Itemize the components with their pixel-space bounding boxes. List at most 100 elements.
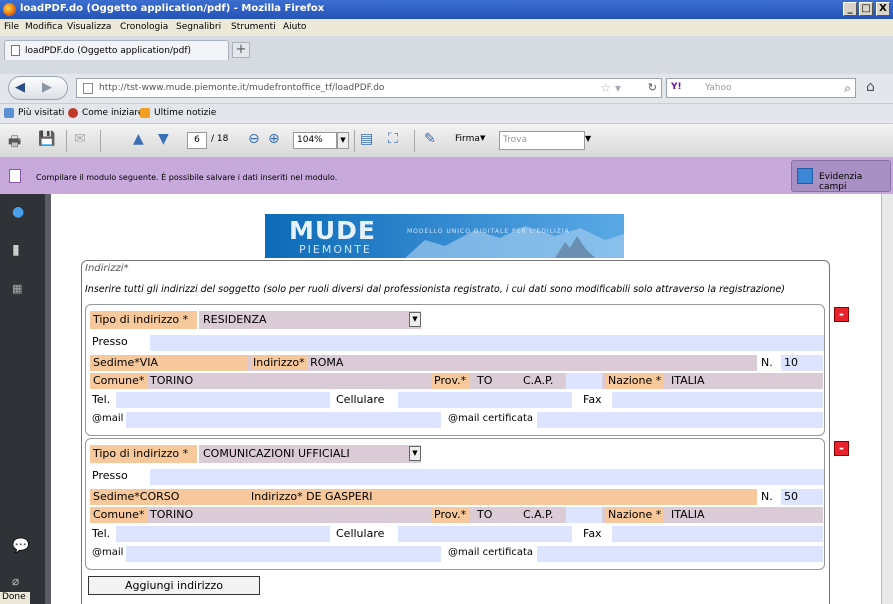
bookmarks-bar: Più visitati Come iniziare Ultime notizi… [0, 104, 893, 124]
tel-field[interactable] [116, 392, 330, 408]
back-arrow-icon[interactable]: ◀ [15, 80, 25, 95]
cap-field[interactable] [566, 373, 602, 389]
cellulare-field[interactable] [398, 526, 572, 542]
separator [414, 130, 415, 152]
form-icon [9, 169, 21, 183]
mude-logo: MUDE [289, 216, 377, 245]
comune-label: Comune* [90, 507, 148, 523]
bookmark-piu-visitati[interactable]: Più visitati [18, 108, 64, 118]
cellulare-field[interactable] [398, 392, 572, 408]
save-icon[interactable]: 💾 [38, 131, 55, 151]
prov-value[interactable]: TO [477, 374, 492, 387]
menu-cronologia[interactable]: Cronologia [120, 22, 168, 32]
pages-icon[interactable]: ▮ [12, 242, 20, 258]
vertical-scrollbar[interactable] [881, 194, 893, 604]
yahoo-icon[interactable]: Y! [671, 82, 682, 92]
tab-loadpdf[interactable]: loadPDF.do (Oggetto application/pdf) [4, 40, 229, 60]
page-number-input[interactable]: 6 [187, 132, 207, 149]
find-dropdown-icon[interactable]: ▼ [585, 134, 591, 143]
chevron-down-icon[interactable]: ▼ [409, 312, 421, 327]
menu-strumenti[interactable]: Strumenti [231, 22, 276, 32]
bookmark-come-iniziare[interactable]: Come iniziare [82, 108, 143, 118]
indirizzo-field[interactable]: Indirizzo* ROMA [247, 355, 757, 371]
indirizzo-field[interactable]: Indirizzo* DE GASPERI [247, 489, 757, 505]
mail-field[interactable] [126, 412, 441, 428]
zoom-out-icon[interactable]: ⊖ [248, 131, 260, 151]
bookmark-folder-icon [4, 108, 14, 118]
numero-label: N. [761, 356, 773, 369]
pen-icon[interactable]: ✎ [424, 131, 436, 151]
menu-bar: File Modifica Visualizza Cronologia Segn… [0, 19, 893, 36]
paperclip-icon[interactable]: ⌀ [12, 574, 19, 588]
highlight-fields-button[interactable]: Evidenzia campi [791, 160, 891, 192]
fax-field[interactable] [612, 392, 823, 408]
nazione-label: Nazione * [605, 507, 665, 523]
zoom-dropdown[interactable]: ▼ [337, 132, 349, 149]
sedime-row-label: Sedime*VIA [90, 355, 247, 371]
tipo-select[interactable]: RESIDENZA ▼ [199, 311, 421, 329]
close-button[interactable]: X [876, 2, 890, 16]
numero-label: N. [761, 490, 773, 503]
tel-field[interactable] [116, 526, 330, 542]
pec-field[interactable] [537, 546, 823, 562]
email-icon[interactable]: ✉ [74, 131, 86, 151]
chevron-down-icon[interactable]: ▼ [480, 134, 485, 142]
menu-file[interactable]: File [4, 22, 19, 32]
chevron-down-icon[interactable]: ▼ [409, 446, 421, 461]
comune-value[interactable]: TORINO [150, 374, 193, 387]
print-icon[interactable]: 🖶 [8, 131, 21, 151]
nazione-value[interactable]: ITALIA [671, 508, 705, 521]
zoom-input[interactable]: 104% [293, 132, 337, 149]
fit-width-icon[interactable]: ▤ [360, 131, 373, 151]
url-bar[interactable]: http://tst-www.mude.piemonte.it/mudefron… [76, 78, 662, 98]
url-text: http://tst-www.mude.piemonte.it/mudefron… [99, 83, 385, 93]
fax-field[interactable] [612, 526, 823, 542]
add-address-button[interactable]: Aggiungi indirizzo [88, 576, 260, 595]
previous-page-icon[interactable]: ▲ [133, 131, 144, 151]
find-input[interactable]: Trova [499, 131, 585, 150]
search-box[interactable]: Y! Yahoo ⌕ [666, 78, 856, 98]
remove-address-button[interactable]: - [834, 441, 849, 456]
numero-field[interactable]: 50 [781, 489, 823, 505]
comune-value[interactable]: TORINO [150, 508, 193, 521]
maximize-button[interactable]: □ [859, 2, 873, 16]
presso-field[interactable] [150, 469, 824, 485]
pec-field[interactable] [537, 412, 823, 428]
forward-arrow-icon[interactable]: ▶ [42, 80, 52, 95]
new-tab-button[interactable]: + [232, 42, 250, 58]
cap-field[interactable] [566, 507, 602, 523]
menu-segnalibri[interactable]: Segnalibri [176, 22, 221, 32]
presso-field[interactable] [150, 335, 824, 351]
remove-address-button[interactable]: - [834, 307, 849, 322]
bookmark-ultime-notizie[interactable]: Ultime notizie [154, 108, 216, 118]
mountains-image [405, 226, 624, 258]
reload-icon[interactable]: ↻ [648, 81, 657, 94]
numero-field[interactable]: 10 [781, 355, 823, 371]
comment-icon[interactable]: 💬 [12, 538, 29, 554]
prov-value[interactable]: TO [477, 508, 492, 521]
next-page-icon[interactable]: ▼ [158, 131, 169, 151]
fax-label: Fax [583, 393, 602, 406]
fit-page-icon[interactable]: ⛶ [388, 131, 398, 151]
menu-visualizza[interactable]: Visualizza [67, 22, 111, 32]
firefox-bookmark-icon [68, 108, 78, 118]
info-icon[interactable]: ● [12, 204, 24, 220]
firma-button[interactable]: Firma [455, 134, 480, 144]
cap-label: C.A.P. [523, 508, 554, 521]
menu-modifica[interactable]: Modifica [25, 22, 63, 32]
bookmark-star-icon[interactable]: ☆ ▾ [600, 81, 621, 95]
tipo-select[interactable]: COMUNICAZIONI UFFICIALI ▼ [199, 445, 421, 463]
tipo-value: COMUNICAZIONI UFFICIALI [203, 447, 350, 460]
address-block: Tipo di indirizzo * COMUNICAZIONI UFFICI… [85, 438, 825, 570]
nazione-value[interactable]: ITALIA [671, 374, 705, 387]
minimize-button[interactable]: _ [843, 2, 857, 16]
mail-label: @mail [92, 413, 124, 424]
tab-bar: loadPDF.do (Oggetto application/pdf) + [0, 36, 893, 74]
pec-label: @mail certificata [448, 413, 534, 424]
search-icon[interactable]: ⌕ [844, 81, 851, 96]
attachment-icon[interactable]: ▦ [12, 282, 22, 295]
zoom-in-icon[interactable]: ⊕ [268, 131, 280, 151]
mail-field[interactable] [126, 546, 441, 562]
home-icon[interactable]: ⌂ [866, 79, 875, 95]
menu-aiuto[interactable]: Aiuto [283, 22, 306, 32]
